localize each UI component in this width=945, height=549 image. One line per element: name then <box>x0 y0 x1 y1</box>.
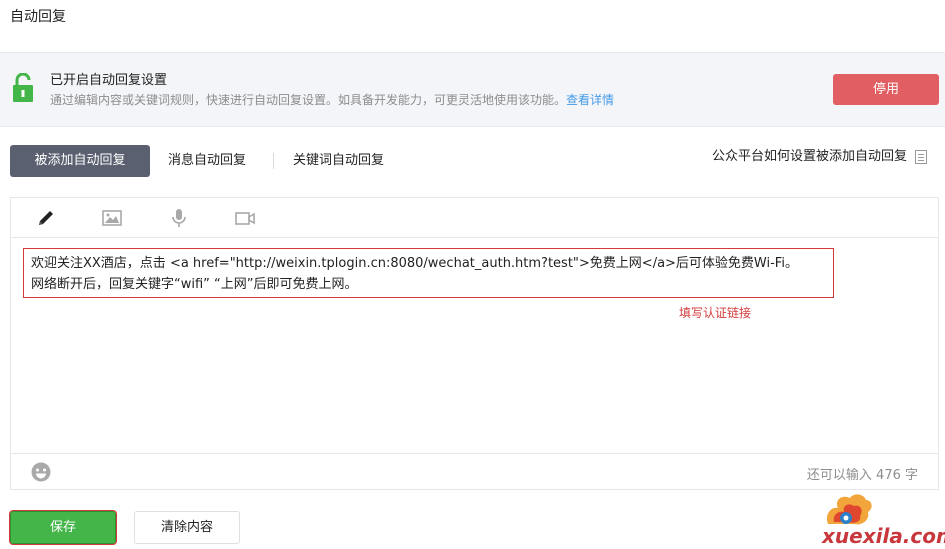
reply-editor: 欢迎关注XX酒店，点击 <a href="http://weixin.tplog… <box>10 197 939 490</box>
microphone-icon[interactable] <box>168 207 190 229</box>
notice-description-text: 通过编辑内容或关键词规则，快速进行自动回复设置。如具备开发能力，可更灵活地使用该… <box>50 93 567 107</box>
auto-reply-notice: 已开启自动回复设置 通过编辑内容或关键词规则，快速进行自动回复设置。如具备开发能… <box>0 52 945 127</box>
document-icon <box>915 149 927 164</box>
reply-content-textarea[interactable]: 欢迎关注XX酒店，点击 <a href="http://weixin.tplog… <box>23 248 834 298</box>
editor-footer: 还可以输入 476 字 <box>11 453 938 489</box>
notice-title: 已开启自动回复设置 <box>50 73 168 88</box>
tab-added-reply[interactable]: 被添加自动回复 <box>10 145 150 177</box>
help-link[interactable]: 公众平台如何设置被添加自动回复 <box>712 145 927 177</box>
emoji-icon[interactable] <box>30 461 52 483</box>
reply-tabs: 被添加自动回复 消息自动回复 关键词自动回复 公众平台如何设置被添加自动回复 <box>10 145 935 177</box>
unlock-icon <box>13 73 33 102</box>
view-details-link[interactable]: 查看详情 <box>566 93 614 107</box>
notice-description: 通过编辑内容或关键词规则，快速进行自动回复设置。如具备开发能力，可更灵活地使用该… <box>50 91 614 108</box>
help-link-text: 公众平台如何设置被添加自动回复 <box>711 149 907 164</box>
tab-divider <box>273 153 274 169</box>
reply-content-line2: 网络断开后，回复关键字“wifi” “上网”后即可免费上网。 <box>31 277 358 292</box>
character-counter: 还可以输入 476 字 <box>806 468 918 483</box>
clear-content-button[interactable]: 清除内容 <box>134 511 240 544</box>
save-button[interactable]: 保存 <box>9 510 117 545</box>
disable-button[interactable]: 停用 <box>833 74 939 105</box>
video-icon[interactable] <box>234 207 256 229</box>
reply-content-line1: 欢迎关注XX酒店，点击 <a href="http://weixin.tplog… <box>31 256 798 271</box>
watermark-logo: xuexila.com <box>818 492 945 548</box>
tab-keyword-reply[interactable]: 关键词自动回复 <box>293 145 384 177</box>
page-title: 自动回复 <box>10 9 66 25</box>
watermark-text: xuexila.com <box>822 524 945 548</box>
annotation-fill-auth-link: 填写认证链接 <box>679 306 752 320</box>
pencil-icon[interactable] <box>35 207 57 229</box>
tab-message-reply[interactable]: 消息自动回复 <box>168 145 246 177</box>
editor-toolbar <box>11 198 938 238</box>
image-icon[interactable] <box>101 207 123 229</box>
